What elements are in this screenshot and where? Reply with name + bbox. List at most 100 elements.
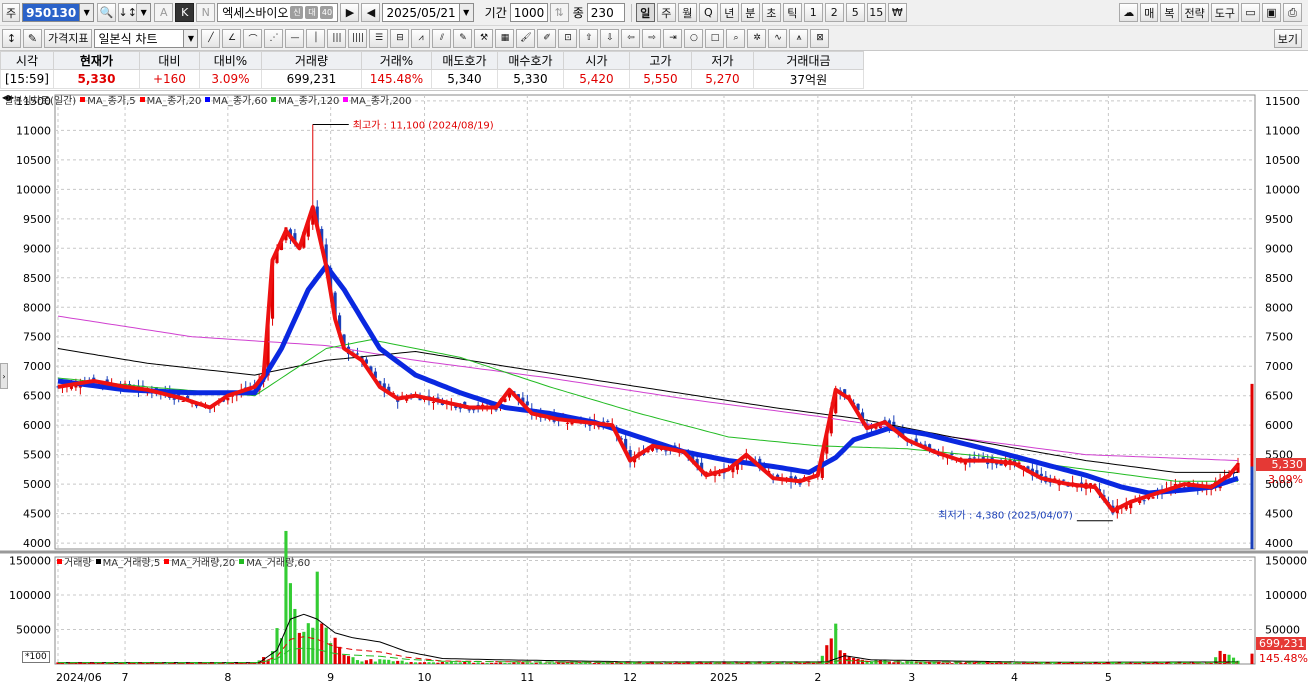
- sort-icon[interactable]: ↓↕: [118, 3, 138, 22]
- strategy-button[interactable]: 전략: [1180, 3, 1209, 22]
- interval-button[interactable]: 주: [656, 3, 676, 22]
- volume-panel-frame: [54, 556, 1256, 665]
- count-input[interactable]: 230: [586, 3, 625, 22]
- cloud-icon[interactable]: ☁: [1119, 3, 1139, 22]
- tools-button[interactable]: 도구: [1210, 3, 1239, 22]
- a-button[interactable]: A: [154, 3, 174, 22]
- price-indicator-button[interactable]: 가격지표: [44, 28, 93, 48]
- interval-button[interactable]: 15: [866, 3, 886, 22]
- save-icon[interactable]: ▣: [1262, 3, 1281, 22]
- date-input[interactable]: 2025/05/21: [382, 3, 460, 22]
- fan-tool-icon[interactable]: ⋰: [264, 28, 284, 48]
- arrows-icon[interactable]: ↕: [2, 28, 21, 48]
- fib-tool-icon[interactable]: ⊟: [390, 28, 410, 48]
- circle-tool-icon[interactable]: ○: [684, 28, 704, 48]
- vline-tool-icon[interactable]: │: [306, 28, 326, 48]
- chart-area[interactable]: 4000 4000 4500 4500 5000 5000 5500 5500 6000 6000…: [0, 91, 1308, 686]
- hline-tool-icon[interactable]: —: [285, 28, 305, 48]
- search-icon[interactable]: 🔍: [97, 3, 117, 22]
- market-selector[interactable]: 주: [2, 3, 21, 22]
- table-tool-icon[interactable]: ☰: [369, 28, 389, 48]
- stock-code-input[interactable]: 950130: [22, 3, 81, 22]
- grid1-tool-icon[interactable]: |||: [327, 28, 347, 48]
- play-icon[interactable]: ▶: [340, 3, 360, 22]
- interval-button[interactable]: 년: [719, 3, 739, 22]
- buy-button[interactable]: 매: [1140, 3, 1159, 22]
- brush-tool-icon[interactable]: 🖌: [516, 28, 536, 48]
- up-arrow-icon[interactable]: ⇧: [579, 28, 599, 48]
- interval-button[interactable]: 2: [824, 3, 844, 22]
- magnet-tool-icon[interactable]: ⚒: [474, 28, 494, 48]
- candle-body: [431, 401, 436, 403]
- k-button[interactable]: K: [175, 3, 195, 22]
- n-button[interactable]: N: [196, 3, 216, 22]
- interval-button[interactable]: 분: [740, 3, 760, 22]
- interval-button[interactable]: 5: [845, 3, 865, 22]
- price-axis-tick-left: 7000: [23, 360, 51, 373]
- interval-button[interactable]: 틱: [782, 3, 802, 22]
- rect-tool-icon[interactable]: □: [705, 28, 725, 48]
- left-arrow-icon[interactable]: ⇦: [621, 28, 641, 48]
- back-icon[interactable]: ◀: [361, 3, 381, 22]
- calendar-dropdown-icon[interactable]: ▼: [459, 3, 474, 22]
- volume-bar: [346, 656, 351, 664]
- settings-icon[interactable]: ✲: [747, 28, 767, 48]
- interval-button[interactable]: 일: [635, 3, 655, 22]
- chart-type-select[interactable]: 일본식 차트: [94, 28, 185, 48]
- chart-type-dropdown-icon[interactable]: ▼: [184, 28, 199, 48]
- volume-bar: [284, 530, 288, 664]
- chart-canvas[interactable]: 4000 40004500 45005000 50005500 55006000 6000…: [0, 91, 1308, 686]
- channel-tool-icon[interactable]: ⫽: [432, 28, 452, 48]
- arc-tool-icon[interactable]: ⌒: [243, 28, 263, 48]
- export-icon[interactable]: ⇥: [663, 28, 683, 48]
- legend-item: MA_거래량,5: [95, 554, 160, 569]
- volume-bar: [919, 662, 923, 664]
- price-axis-tick-left: 4500: [23, 508, 51, 521]
- collapse-panel-icon[interactable]: ›: [0, 363, 8, 389]
- code-dropdown-icon[interactable]: ▼: [80, 3, 95, 22]
- folder-icon[interactable]: ▭: [1241, 3, 1260, 22]
- interval-button[interactable]: 초: [761, 3, 781, 22]
- compare-icon[interactable]: ∿: [768, 28, 788, 48]
- volume-bar: [574, 663, 579, 664]
- print-icon[interactable]: ⎙: [1283, 3, 1302, 22]
- grid2-tool-icon[interactable]: ||||: [348, 28, 368, 48]
- pattern-icon[interactable]: ⩚: [789, 28, 809, 48]
- stock-name[interactable]: 엑세스바이오 신 대 40: [217, 3, 339, 22]
- pencil-tool-icon[interactable]: ✎: [453, 28, 473, 48]
- frame-tool-icon[interactable]: ⊡: [558, 28, 578, 48]
- interval-button[interactable]: 월: [677, 3, 697, 22]
- x-axis-label: 3: [908, 671, 915, 684]
- volume-bar: [722, 662, 726, 664]
- line-tool-icon[interactable]: ╱: [201, 28, 221, 48]
- note-tool-icon[interactable]: ✐: [537, 28, 557, 48]
- wave-tool-icon[interactable]: ⩘: [411, 28, 431, 48]
- multi-button[interactable]: 복: [1160, 3, 1179, 22]
- eraser-icon[interactable]: ⊠: [810, 28, 830, 48]
- fill-tool-icon[interactable]: ▦: [495, 28, 515, 48]
- legend-label: MA_종가,120: [278, 96, 340, 107]
- angle-tool-icon[interactable]: ∠: [222, 28, 242, 48]
- zoom-icon[interactable]: ⌕: [726, 28, 746, 48]
- volume-bar: [1200, 663, 1204, 664]
- sort-dropdown-icon[interactable]: ▼: [137, 3, 152, 22]
- volume-bar: [963, 662, 967, 664]
- volume-bar: [981, 662, 985, 664]
- volume-scale-label: *100: [22, 651, 50, 663]
- volume-bar: [534, 662, 538, 664]
- interval-group: 일 주 월 Q 년 분 초 틱 1 2 5 15: [635, 3, 888, 22]
- won-icon[interactable]: ₩: [887, 3, 907, 22]
- quote-header-cell: 저가: [690, 51, 754, 70]
- right-arrow-icon[interactable]: ⇨: [642, 28, 662, 48]
- period-input[interactable]: 1000: [509, 3, 548, 22]
- volume-bar: [338, 646, 342, 664]
- down-arrow-icon[interactable]: ⇩: [600, 28, 620, 48]
- interval-button[interactable]: Q: [698, 3, 718, 22]
- view-button[interactable]: 보기: [1273, 29, 1302, 48]
- quote-header-cell: 시각: [0, 51, 54, 70]
- spinner-icon[interactable]: ⇅: [549, 3, 569, 22]
- interval-button[interactable]: 1: [803, 3, 823, 22]
- quote-value-cell: 5,330: [496, 69, 564, 89]
- legend-item: MA_종가,200: [343, 92, 411, 107]
- indicator-edit-icon[interactable]: ✎: [23, 28, 42, 48]
